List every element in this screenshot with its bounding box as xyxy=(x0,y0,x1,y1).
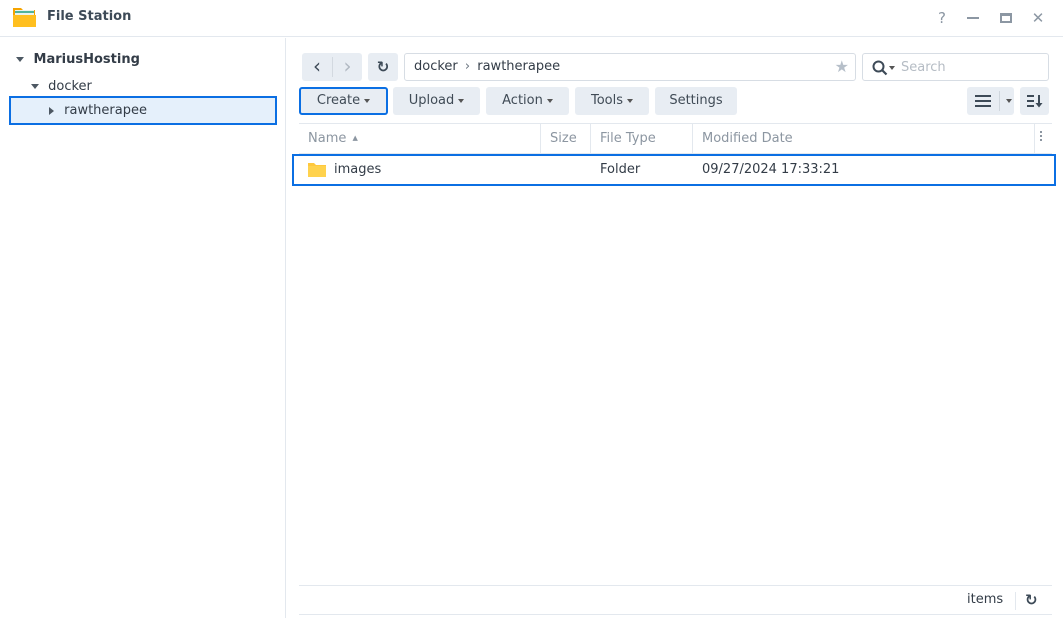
breadcrumb-separator: › xyxy=(464,59,471,74)
tree-item-label: rawtherapee xyxy=(64,103,147,118)
search-icon[interactable] xyxy=(872,60,888,76)
caret-down-icon[interactable] xyxy=(16,57,24,62)
column-options-icon[interactable] xyxy=(1040,131,1043,141)
divider xyxy=(1015,592,1016,610)
close-icon[interactable]: ✕ xyxy=(1028,8,1048,28)
folder-tree: MariusHosting docker rawtherapee xyxy=(0,38,286,618)
app-title: File Station xyxy=(47,9,132,24)
breadcrumb-docker[interactable]: docker xyxy=(414,59,458,74)
refresh-list-icon[interactable]: ↻ xyxy=(1025,586,1038,614)
column-label: Name xyxy=(308,131,347,146)
history-nav: ‹ › xyxy=(302,53,362,81)
create-button[interactable]: Create xyxy=(299,87,388,115)
status-bar: items ↻ xyxy=(299,585,1052,615)
breadcrumb-rawtherapee[interactable]: rawtherapee xyxy=(477,59,560,74)
file-row[interactable]: images Folder 09/27/2024 17:33:21 xyxy=(292,154,1056,186)
view-mode-button[interactable] xyxy=(967,87,1014,115)
sort-button[interactable] xyxy=(1020,87,1049,115)
caret-down-icon xyxy=(458,98,465,103)
forward-button[interactable]: › xyxy=(333,53,362,81)
list-view-icon xyxy=(975,95,991,107)
tree-item-rawtherapee[interactable]: rawtherapee xyxy=(9,96,277,125)
tree-item-root[interactable]: MariusHosting xyxy=(16,47,140,73)
folder-icon xyxy=(308,163,326,177)
refresh-button[interactable]: ↻ xyxy=(368,53,398,81)
column-header-file-type[interactable]: File Type xyxy=(591,124,693,153)
main-panel: ‹ › ↻ docker › rawtherapee ★ Create Uplo… xyxy=(287,38,1063,618)
search-input[interactable] xyxy=(901,58,1041,76)
caret-down-icon[interactable] xyxy=(1006,99,1012,103)
caret-down-icon[interactable] xyxy=(31,84,39,89)
search-options-caret-icon[interactable] xyxy=(889,66,895,70)
action-button[interactable]: Action xyxy=(486,87,569,115)
tree-item-label: docker xyxy=(48,79,92,94)
file-station-app-icon xyxy=(13,8,36,27)
tools-label: Tools xyxy=(590,93,624,108)
column-header-name[interactable]: Name ▲ xyxy=(299,124,541,153)
caret-right-icon[interactable] xyxy=(49,106,54,115)
caret-down-icon xyxy=(364,98,371,103)
file-modified-date: 09/27/2024 17:33:21 xyxy=(702,162,840,177)
maximize-icon[interactable] xyxy=(996,8,1016,28)
upload-label: Upload xyxy=(408,93,455,108)
items-count-label: items xyxy=(967,592,1004,607)
column-header-modified-date[interactable]: Modified Date xyxy=(693,124,1035,153)
file-list-header: Name ▲ Size File Type Modified Date xyxy=(299,123,1052,154)
help-icon[interactable]: ? xyxy=(932,8,952,28)
divider xyxy=(999,91,1000,111)
create-label: Create xyxy=(316,93,361,108)
back-button[interactable]: ‹ xyxy=(302,53,332,81)
upload-button[interactable]: Upload xyxy=(393,87,480,115)
search-box[interactable] xyxy=(862,53,1049,81)
refresh-icon: ↻ xyxy=(376,58,390,76)
minimize-icon[interactable] xyxy=(963,8,983,28)
tree-item-label: MariusHosting xyxy=(33,52,140,67)
settings-label: Settings xyxy=(669,93,723,108)
file-type: Folder xyxy=(600,162,641,177)
caret-down-icon xyxy=(546,98,553,103)
path-bar[interactable]: docker › rawtherapee ★ xyxy=(404,53,856,81)
caret-down-icon xyxy=(627,98,634,103)
favorite-star-icon[interactable]: ★ xyxy=(835,54,849,80)
title-bar: File Station ? ✕ xyxy=(0,0,1063,37)
file-name: images xyxy=(334,162,382,177)
sort-ascending-icon: ▲ xyxy=(352,134,358,142)
sort-icon xyxy=(1027,95,1043,108)
settings-button[interactable]: Settings xyxy=(655,87,737,115)
tools-button[interactable]: Tools xyxy=(575,87,649,115)
column-header-size[interactable]: Size xyxy=(541,124,591,153)
action-label: Action xyxy=(502,93,543,108)
